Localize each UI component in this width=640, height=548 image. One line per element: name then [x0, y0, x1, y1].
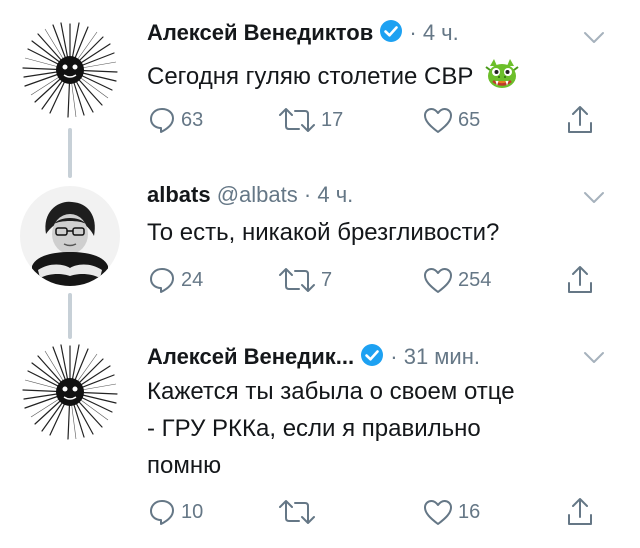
retweet-count: 17 — [321, 109, 344, 131]
share-button[interactable] — [565, 495, 595, 529]
tweet-text: Сегодня гуляю столетие СВР — [147, 56, 617, 103]
like-count: 254 — [458, 269, 492, 291]
tweet[interactable]: Алексей Венедик... · 31 мин. Кажется ты … — [0, 320, 640, 548]
timestamp[interactable]: 4 ч. — [317, 182, 353, 207]
display-name[interactable]: Алексей Венедиктов — [147, 20, 373, 45]
tweet-header: albats @albats · 4 ч. — [147, 180, 353, 210]
retweet-icon — [279, 108, 315, 132]
like-button[interactable]: 254 — [422, 263, 491, 297]
tweet-header: Алексей Венедиктов · 4 ч. — [147, 18, 459, 48]
share-icon — [568, 498, 592, 525]
retweet-icon — [279, 268, 315, 292]
tweet-text-line: - ГРУ РККа, если я правильно — [147, 415, 481, 442]
chevron-down-icon[interactable] — [583, 350, 605, 366]
tweet-actions: 63 17 65 — [147, 103, 607, 137]
separator-dot: · — [303, 182, 312, 207]
reply-count: 10 — [181, 501, 204, 523]
avatar-image — [22, 22, 118, 118]
share-button[interactable] — [565, 103, 595, 137]
like-count: 65 — [458, 109, 481, 131]
reply-count: 24 — [181, 269, 204, 291]
reply-count: 63 — [181, 109, 204, 131]
tweet[interactable]: Алексей Венедиктов · 4 ч. Сегодня гуляю … — [0, 0, 640, 160]
avatar[interactable] — [20, 186, 120, 286]
heart-icon — [424, 108, 452, 133]
avatar-image — [22, 344, 118, 440]
dragon-face-icon — [484, 56, 520, 103]
separator-dot: · — [409, 20, 417, 45]
timestamp[interactable]: 4 ч. — [423, 20, 459, 45]
reply-icon — [150, 268, 174, 293]
tweet-text-line: Кажется ты забыла о своем отце — [147, 378, 515, 405]
retweet-button[interactable]: 17 — [277, 103, 343, 137]
user-handle[interactable]: @albats — [217, 182, 298, 207]
retweet-button[interactable]: 7 — [277, 263, 332, 297]
tweet-text: Кажется ты забыла о своем отце - ГРУ РКК… — [147, 373, 617, 484]
timestamp[interactable]: 31 мин. — [404, 344, 480, 369]
like-button[interactable]: 65 — [422, 103, 480, 137]
avatar[interactable] — [20, 20, 120, 120]
like-button[interactable]: 16 — [422, 495, 480, 529]
tweet-actions: 24 7 254 — [147, 263, 607, 297]
heart-icon — [424, 500, 452, 525]
avatar-image — [20, 186, 120, 286]
reply-button[interactable]: 10 — [147, 495, 203, 529]
separator-dot: · — [390, 344, 398, 369]
tweet-text-content: То есть, никакой брезгливости? — [147, 219, 500, 246]
reply-button[interactable]: 24 — [147, 263, 203, 297]
share-icon — [568, 106, 592, 133]
verified-badge-icon — [361, 344, 384, 366]
share-button[interactable] — [565, 263, 595, 297]
share-icon — [568, 266, 592, 293]
tweet-text: То есть, никакой брезгливости? — [147, 214, 617, 251]
tweet-text-line: помню — [147, 452, 222, 479]
verified-badge-icon — [380, 20, 403, 42]
chevron-down-icon[interactable] — [583, 30, 605, 46]
avatar[interactable] — [20, 342, 120, 442]
chevron-down-icon[interactable] — [583, 190, 605, 206]
reply-icon — [150, 500, 174, 525]
heart-icon — [424, 268, 452, 293]
tweet-header: Алексей Венедик... · 31 мин. — [147, 342, 480, 372]
reply-button[interactable]: 63 — [147, 103, 203, 137]
retweet-button[interactable] — [277, 495, 321, 529]
tweet[interactable]: albats @albats · 4 ч. То есть, никакой б… — [0, 160, 640, 320]
tweet-text-content: Сегодня гуляю столетие СВР — [147, 63, 474, 90]
like-count: 16 — [458, 501, 481, 523]
retweet-count: 7 — [321, 269, 333, 291]
display-name[interactable]: Алексей Венедик... — [147, 344, 354, 369]
retweet-icon — [279, 500, 315, 524]
tweet-actions: 10 16 — [147, 495, 607, 529]
reply-icon — [150, 108, 174, 133]
display-name[interactable]: albats — [147, 182, 211, 207]
